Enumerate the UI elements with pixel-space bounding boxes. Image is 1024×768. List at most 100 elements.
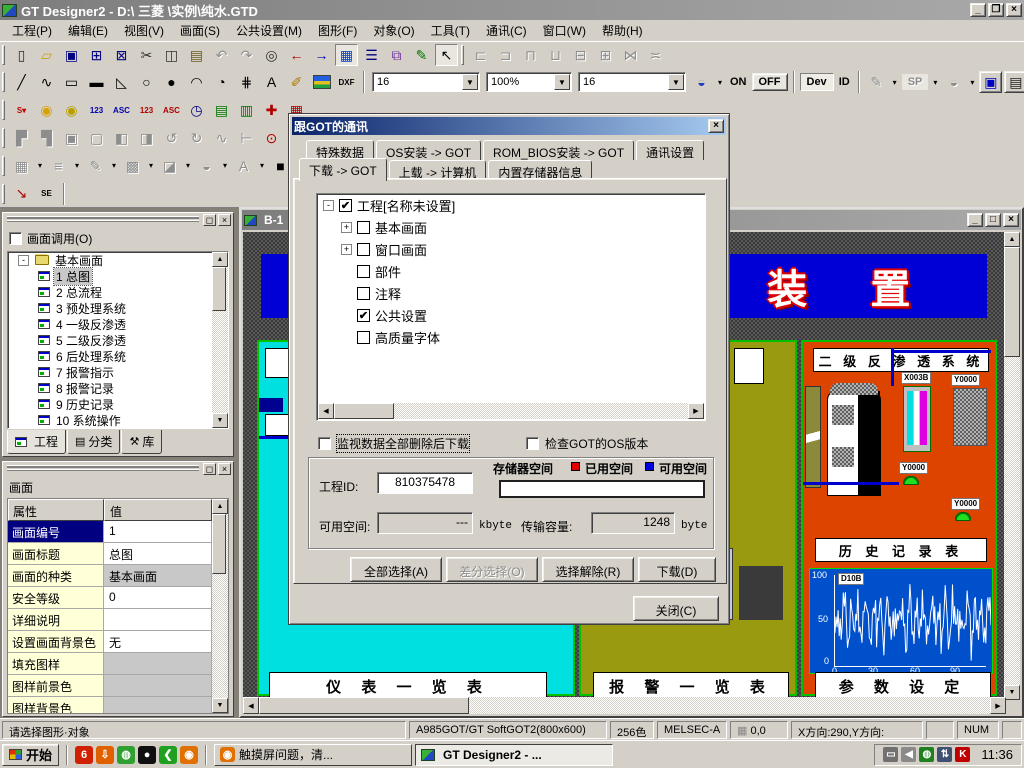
stack-front-icon[interactable]: ▛ bbox=[10, 127, 33, 149]
dialog-close-icon[interactable]: × bbox=[708, 119, 724, 133]
consecutive-copy-icon[interactable]: ∿ bbox=[210, 127, 233, 149]
menu-item-0[interactable]: 工程(P) bbox=[4, 19, 60, 42]
trigger-action-icon[interactable]: ↘ bbox=[10, 183, 33, 205]
dialog-tree-item[interactable]: -✔工程[名称未设置] bbox=[317, 194, 705, 216]
scroll-right-icon[interactable]: ▶ bbox=[688, 403, 704, 419]
toolbar-grip[interactable] bbox=[2, 128, 5, 148]
media-player-icon[interactable]: ◍ bbox=[117, 746, 135, 764]
shade-icon[interactable]: ◪ bbox=[158, 155, 181, 177]
expander-icon[interactable]: - bbox=[18, 255, 29, 266]
tab-category[interactable]: ▤分类 bbox=[67, 430, 120, 454]
align-bottom-icon[interactable]: ⊔ bbox=[544, 44, 567, 66]
chevron-down-icon[interactable]: ▼ bbox=[554, 74, 570, 90]
tree-screen-item[interactable]: 10 系统操作 bbox=[8, 412, 228, 428]
property-value[interactable]: 总图 bbox=[104, 543, 212, 565]
mirror-h-icon[interactable]: ◧ bbox=[110, 127, 133, 149]
dialog-tab-back-2[interactable]: ROM_BIOS安装 -> GOT bbox=[483, 140, 634, 160]
property-row[interactable]: 画面标题总图 bbox=[8, 543, 212, 565]
property-value[interactable] bbox=[104, 653, 212, 675]
property-value[interactable]: 基本画面 bbox=[104, 565, 212, 587]
tree-checkbox[interactable]: ✔ bbox=[339, 199, 352, 212]
volume-icon[interactable]: ◀ bbox=[901, 747, 916, 762]
deselect-button[interactable]: 选择解除(R) bbox=[542, 557, 634, 582]
toolbar-grip[interactable] bbox=[2, 184, 5, 204]
on-preview-button[interactable]: ON bbox=[726, 74, 751, 90]
property-value[interactable] bbox=[104, 609, 212, 631]
align-right-icon[interactable]: ⊐ bbox=[494, 44, 517, 66]
image-icon[interactable] bbox=[310, 71, 333, 93]
scroll-left-icon[interactable]: ◀ bbox=[318, 403, 334, 419]
scroll-left-icon[interactable]: ◀ bbox=[243, 697, 259, 714]
fill-bucket-dropdown[interactable]: ▾ bbox=[966, 72, 978, 92]
chevron-down-icon[interactable]: ▼ bbox=[462, 74, 478, 90]
taskbar-item-gtdesigner[interactable]: GT Designer2 - ... bbox=[415, 744, 613, 766]
canvas-vertical-scrollbar[interactable]: ▲ ▼ bbox=[1004, 232, 1020, 700]
circle-icon[interactable]: ○ bbox=[135, 71, 158, 93]
pen-color-icon[interactable]: ✎ bbox=[865, 71, 888, 93]
property-value[interactable]: 1 bbox=[104, 521, 212, 543]
screen-image-icon[interactable]: ▦ bbox=[335, 44, 358, 66]
dialog-tree-item[interactable]: 高质量字体 bbox=[317, 326, 705, 348]
arc-icon[interactable]: ◠ bbox=[185, 71, 208, 93]
property-sheet-icon[interactable]: ▤ bbox=[1004, 71, 1024, 93]
preview-icon[interactable]: ◎ bbox=[260, 44, 283, 66]
polyline-icon[interactable]: ∿ bbox=[35, 71, 58, 93]
scroll-up-icon[interactable]: ▲ bbox=[212, 499, 228, 514]
menu-item-1[interactable]: 编辑(E) bbox=[60, 19, 116, 42]
screen-call-checkbox[interactable] bbox=[9, 232, 22, 245]
dxf-icon[interactable]: DXF bbox=[335, 71, 358, 93]
tree-checkbox[interactable]: ✔ bbox=[357, 309, 370, 322]
comment-bit-icon[interactable]: ▤ bbox=[210, 99, 233, 121]
tree-vertical-scrollbar[interactable]: ▲ ▼ bbox=[212, 252, 228, 428]
pattern-dropdown[interactable]: ▾ bbox=[145, 155, 157, 175]
network-icon[interactable]: ⇅ bbox=[937, 747, 952, 762]
paint-icon[interactable]: ✐ bbox=[285, 71, 308, 93]
pen-style-dropdown[interactable]: ▾ bbox=[108, 155, 120, 175]
draw-figure-icon[interactable]: ✎ bbox=[410, 44, 433, 66]
hatch-style-dropdown[interactable]: ▾ bbox=[34, 155, 46, 175]
same-size-icon[interactable]: ⋈ bbox=[619, 44, 642, 66]
clock-display-icon[interactable]: ◷ bbox=[185, 99, 208, 121]
property-row[interactable]: 图样背景色 bbox=[8, 697, 212, 714]
menu-item-5[interactable]: 图形(F) bbox=[310, 19, 365, 42]
text-color-dropdown[interactable]: ▾ bbox=[256, 155, 268, 175]
minimize-button[interactable]: _ bbox=[970, 3, 986, 17]
flashget-icon[interactable]: ⇩ bbox=[96, 746, 114, 764]
parrot-icon[interactable]: ❮ bbox=[159, 746, 177, 764]
fill-color-icon[interactable]: ◒ bbox=[195, 155, 218, 177]
ascii-input-icon[interactable]: ASC bbox=[160, 99, 183, 121]
tab-library[interactable]: ⚒库 bbox=[121, 430, 162, 454]
ascii-display-icon[interactable]: ASC bbox=[110, 99, 133, 121]
toolbar-grip[interactable] bbox=[2, 100, 5, 120]
tree-folder-row[interactable]: -基本画面 bbox=[8, 252, 228, 268]
lamp-word-icon[interactable]: ◉ bbox=[60, 99, 83, 121]
scroll-up-icon[interactable]: ▲ bbox=[212, 252, 228, 267]
dialog-titlebar[interactable]: 跟GOT的通讯 × bbox=[292, 117, 726, 135]
screen-copy-icon[interactable]: ⊠ bbox=[110, 44, 133, 66]
chevron-down-icon[interactable]: ▼ bbox=[668, 74, 684, 90]
sector-icon[interactable]: ◔ bbox=[210, 71, 233, 93]
property-row[interactable]: 图样前景色 bbox=[8, 675, 212, 697]
tree-checkbox[interactable] bbox=[357, 331, 370, 344]
window-screens-icon[interactable]: ▣ bbox=[979, 71, 1002, 93]
device-toggle-button[interactable]: Dev bbox=[800, 73, 834, 91]
comment-word-icon[interactable]: ▥ bbox=[235, 99, 258, 121]
group-icon[interactable]: ▣ bbox=[60, 127, 83, 149]
canvas-horizontal-scrollbar[interactable]: ◀ ▶ bbox=[243, 697, 1006, 714]
property-row[interactable]: 详细说明 bbox=[8, 609, 212, 631]
screen-color-dropdown[interactable]: ▾ bbox=[714, 72, 726, 92]
check-os-version-checkbox[interactable] bbox=[526, 437, 539, 450]
rotate-right-icon[interactable]: ↻ bbox=[185, 127, 208, 149]
menu-item-9[interactable]: 窗口(W) bbox=[535, 19, 594, 42]
cut-icon[interactable]: ✂ bbox=[135, 44, 158, 66]
layers-icon[interactable]: ⧉ bbox=[385, 44, 408, 66]
align-center-v-icon[interactable]: ⊞ bbox=[594, 44, 617, 66]
scroll-down-icon[interactable]: ▼ bbox=[1004, 685, 1020, 700]
tree-screen-item[interactable]: 4 一级反渗透 bbox=[8, 316, 228, 332]
menu-item-3[interactable]: 画面(S) bbox=[172, 19, 228, 42]
rect-icon[interactable]: ▭ bbox=[60, 71, 83, 93]
device-monitor-icon[interactable]: S▾ bbox=[10, 99, 33, 121]
panel-grip[interactable] bbox=[7, 216, 199, 224]
select-cursor-icon[interactable]: ↖ bbox=[435, 44, 458, 66]
tree-checkbox[interactable] bbox=[357, 287, 370, 300]
